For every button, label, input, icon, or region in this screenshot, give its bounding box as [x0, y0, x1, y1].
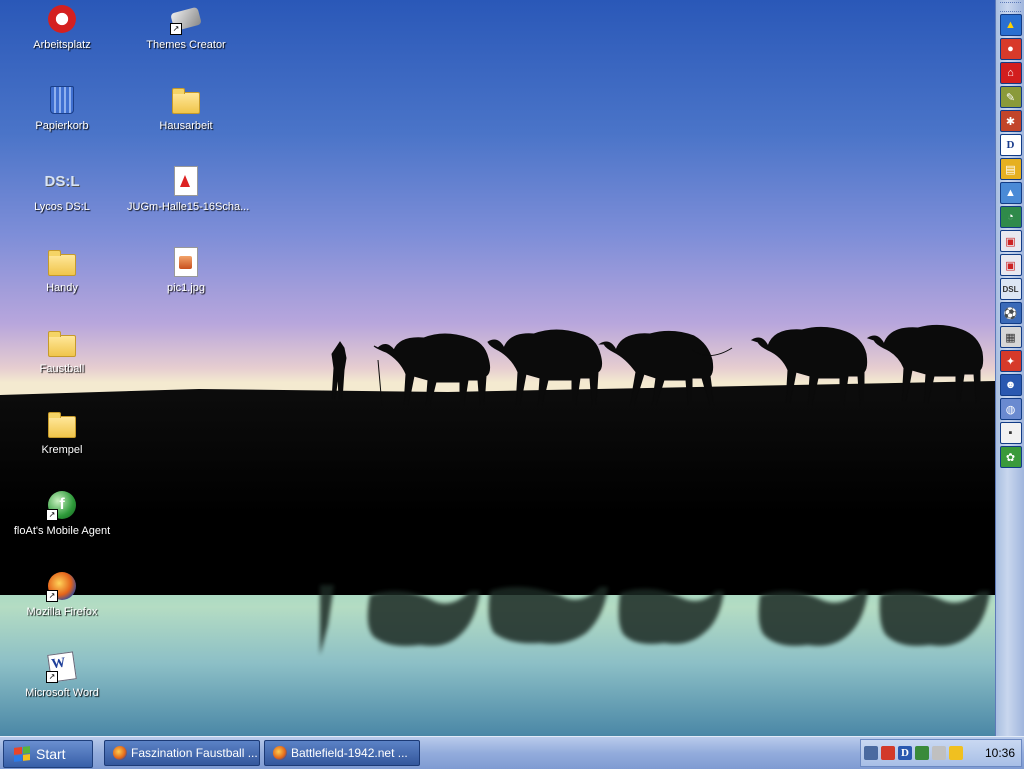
- taskbar-button-battlefield[interactable]: Battlefield-1942.net ...: [264, 740, 420, 766]
- desktop-icon-word[interactable]: W ↗ Microsoft Word: [2, 651, 122, 699]
- stamp2-icon[interactable]: ▣: [999, 254, 1022, 276]
- desktop-icon-lycos-dsl[interactable]: DS:L Lycos DS:L: [2, 165, 122, 214]
- pdf-document-icon: [170, 165, 202, 197]
- pdf-icon[interactable]: ⌂: [999, 62, 1022, 84]
- dsl-small-icon[interactable]: DSL: [999, 278, 1022, 300]
- icon-label: floAt's Mobile Agent: [13, 525, 111, 537]
- shield-icon[interactable]: ◍: [999, 398, 1022, 420]
- folder-icon: [46, 327, 78, 359]
- icon-label: Papierkorb: [35, 120, 89, 132]
- folder-icon: [170, 84, 202, 116]
- icon-label: Arbeitsplatz: [33, 39, 91, 51]
- desktop-icon-mobile-agent[interactable]: f ↗ floAt's Mobile Agent: [2, 489, 122, 537]
- flower-icon[interactable]: ✿: [999, 446, 1022, 468]
- themes-creator-icon: ↗: [170, 3, 202, 35]
- caravan-reflection: [320, 585, 990, 655]
- firefox-icon: [113, 746, 127, 760]
- firefox-icon: [273, 746, 287, 760]
- icon-label: Lycos DS:L: [34, 201, 90, 213]
- desktop-icon-faustball[interactable]: Faustball: [2, 327, 122, 375]
- recycle-bin-icon: [46, 84, 78, 116]
- icon-label: Hausarbeit: [159, 120, 213, 132]
- skype-icon[interactable]: ✦: [999, 350, 1022, 372]
- desktop-icon-papierkorb[interactable]: Papierkorb: [2, 84, 122, 132]
- stop-icon[interactable]: ●: [999, 38, 1022, 60]
- taskbar: Start Faszination Faustball ... Battlefi…: [0, 736, 1024, 769]
- shortcut-arrow-icon: ↗: [46, 671, 58, 683]
- desktop-icon-arbeitsplatz[interactable]: Arbeitsplatz: [2, 3, 122, 51]
- icon-label: Faustball: [39, 363, 85, 375]
- hat-icon[interactable]: ▲: [999, 182, 1022, 204]
- game-icon[interactable]: ✱: [999, 110, 1022, 132]
- network-icon[interactable]: [864, 746, 878, 760]
- shortcut-arrow-icon: ↗: [46, 509, 58, 521]
- desktop-icon-themes-creator[interactable]: ↗ Themes Creator: [126, 3, 246, 51]
- word-icon: W ↗: [46, 651, 78, 683]
- windows-logo-icon: [14, 746, 30, 762]
- folder-icon: [46, 408, 78, 440]
- clock[interactable]: 10:36: [985, 746, 1015, 760]
- dsl-icon: DS:L: [44, 165, 80, 197]
- desktop-icon-firefox[interactable]: ↗ Mozilla Firefox: [2, 570, 122, 618]
- warning-icon[interactable]: ▲: [999, 14, 1022, 36]
- desktop-icon-krempel[interactable]: Krempel: [2, 408, 122, 456]
- camel-caravan-silhouette: [331, 324, 984, 407]
- desktop-wallpaper: Arbeitsplatz ↗ Themes Creator Papierkorb…: [0, 0, 995, 736]
- stamp-icon[interactable]: ▣: [999, 230, 1022, 252]
- desktop-icon-hausarbeit[interactable]: Hausarbeit: [126, 84, 246, 132]
- alert-icon[interactable]: [949, 746, 963, 760]
- icon-label: Krempel: [41, 444, 83, 456]
- icon-label: Mozilla Firefox: [26, 606, 98, 618]
- task-label: Faszination Faustball ...: [131, 746, 258, 760]
- d-app-icon[interactable]: D: [999, 134, 1022, 156]
- desktop-icon-pic1[interactable]: pic1.jpg: [126, 246, 246, 294]
- soccer-icon[interactable]: ⚽: [999, 302, 1022, 324]
- folder-icon: [46, 246, 78, 278]
- icon-label: Themes Creator: [146, 39, 226, 51]
- icon-label: JUGm-Halle15-16Scha...: [127, 201, 250, 213]
- save-icon[interactable]: ▤: [999, 158, 1022, 180]
- icon-label: Microsoft Word: [25, 687, 99, 699]
- system-tray: D 10:36: [860, 739, 1022, 767]
- shortcut-arrow-icon: ↗: [46, 590, 58, 602]
- security-icon[interactable]: [881, 746, 895, 760]
- task-label: Battlefield-1942.net ...: [291, 746, 408, 760]
- mobile-agent-icon: f ↗: [46, 489, 78, 521]
- start-button[interactable]: Start: [3, 740, 93, 768]
- floppy-icon[interactable]: ▪: [999, 422, 1022, 444]
- shortcut-arrow-icon: ↗: [170, 23, 182, 35]
- desktop-icon-jugm-pdf[interactable]: JUGm-Halle15-16Scha...: [126, 165, 249, 213]
- contact-icon[interactable]: ☻: [999, 374, 1022, 396]
- sidebar-grip[interactable]: [1000, 2, 1021, 12]
- image-file-icon: [170, 246, 202, 278]
- taskbar-button-faszination-faustball[interactable]: Faszination Faustball ...: [104, 740, 260, 766]
- printer-icon[interactable]: [932, 746, 946, 760]
- computer-icon: [46, 3, 78, 35]
- quick-launch-sidebar: ▲ ● ⌂ ✎ ✱ D ▤ ▲ ◔ ▣ ▣ DSL ⚽ ▦ ✦ ☻ ◍ ▪ ✿: [995, 0, 1024, 736]
- desert-ground: [0, 395, 995, 595]
- icon-label: Handy: [46, 282, 78, 294]
- chart-icon[interactable]: ▦: [999, 326, 1022, 348]
- clock-icon[interactable]: ◔: [999, 206, 1022, 228]
- tools-icon[interactable]: ✎: [999, 86, 1022, 108]
- desktop-icon-handy[interactable]: Handy: [2, 246, 122, 294]
- dsl-glyph-text: DS:L: [44, 172, 80, 190]
- messenger-icon[interactable]: [915, 746, 929, 760]
- firefox-icon: ↗: [46, 570, 78, 602]
- start-label: Start: [36, 746, 66, 762]
- icon-label: pic1.jpg: [167, 282, 205, 294]
- d-tray-icon[interactable]: D: [898, 746, 912, 760]
